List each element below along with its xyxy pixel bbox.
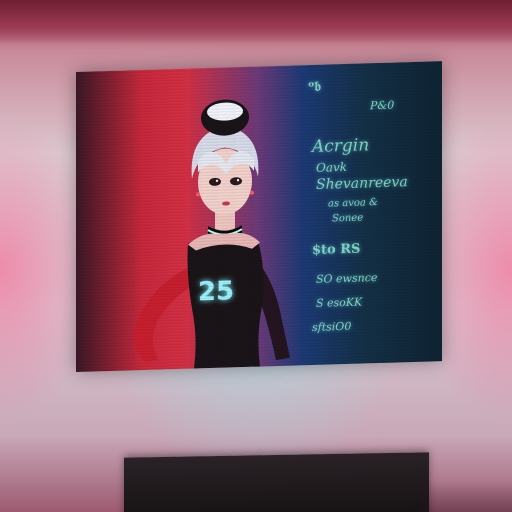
screen-text-line: sftsiO0 (312, 319, 352, 334)
floor-shadow (420, 480, 512, 512)
screen-text-line: Shevanreeva (316, 174, 408, 193)
screen-text-line: SO ewsnce (316, 271, 378, 286)
screen-number: P&0 (370, 98, 395, 113)
ceiling-band (0, 0, 512, 44)
jersey-number: 25 (198, 276, 234, 307)
screen-text-line: $to RS (312, 241, 361, 258)
screen-top-glyph: ᵒ𝔟 (308, 78, 321, 96)
left-arm (133, 268, 196, 362)
screen-text-line: Sonee (332, 212, 364, 225)
left-earring (196, 192, 200, 197)
speaker-box (124, 452, 429, 512)
display-screen: 25 ᵒ𝔟 P&0 Acrgin Oavk Shevanreeva as avo… (76, 61, 442, 372)
room-scene: 25 ᵒ𝔟 P&0 Acrgin Oavk Shevanreeva as avo… (0, 0, 512, 512)
screen-text-line: S esoKK (316, 295, 363, 310)
screen-text-line: Acrgin (312, 135, 370, 157)
screen-text-line: as avoa & (328, 197, 378, 210)
screen-text-line: Oavk (316, 159, 348, 175)
right-earring (250, 190, 254, 195)
